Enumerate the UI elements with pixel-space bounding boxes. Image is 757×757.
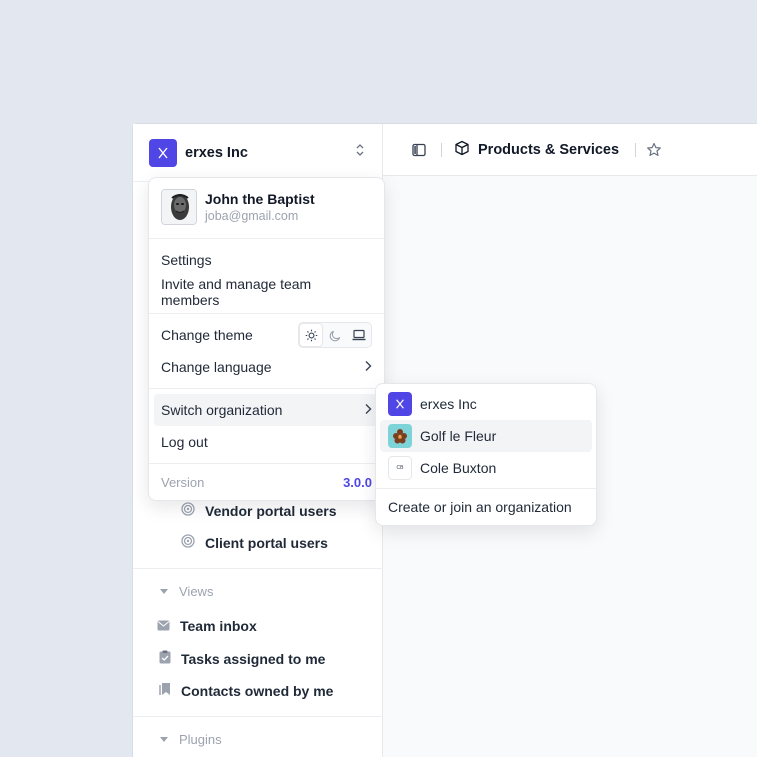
page-title: Products & Services	[478, 141, 620, 158]
org-item-label: erxes Inc	[420, 396, 477, 412]
sidebar-item-vendor-portal[interactable]: Vendor portal users	[181, 502, 336, 519]
org-item-golf-le-fleur[interactable]: Golf le Fleur	[380, 420, 592, 452]
create-organization-item[interactable]: Create or join an organization	[376, 489, 596, 525]
sidebar-item-team-inbox[interactable]: Team inbox	[157, 618, 257, 634]
version-row: Version 3.0.0	[149, 464, 384, 500]
menu-item-label: Change theme	[161, 327, 253, 343]
laptop-icon[interactable]	[347, 323, 371, 347]
org-item-erxes[interactable]: erxes Inc	[376, 388, 596, 420]
spiral-icon	[181, 534, 195, 551]
menu-group: Switch organization Log out	[149, 389, 384, 464]
clipboard-check-icon	[159, 650, 171, 667]
chevron-right-icon	[364, 359, 372, 375]
divider	[133, 568, 383, 569]
sidebar-item-client-portal[interactable]: Client portal users	[181, 534, 328, 551]
breadcrumb[interactable]: Products & Services	[454, 140, 619, 160]
sidebar-item-label: Client portal users	[205, 534, 328, 551]
create-organization-label: Create or join an organization	[388, 499, 572, 515]
sidebar-item-label: Contacts owned by me	[181, 682, 334, 699]
user-profile: John the Baptist joba@gmail.com	[149, 178, 384, 239]
org-switcher[interactable]: erxes Inc	[133, 124, 382, 182]
moon-icon[interactable]	[323, 323, 347, 347]
views-section-header[interactable]: Views	[159, 584, 213, 599]
version-number: 3.0.0	[343, 474, 372, 490]
menu-item-change-theme: Change theme	[149, 319, 384, 351]
menu-item-label: Invite and manage team members	[161, 276, 312, 308]
separator	[441, 142, 442, 157]
org-item-label: Cole Buxton	[420, 460, 497, 476]
menu-group: Settings Invite and manage team members	[149, 239, 384, 314]
topbar: Products & Services	[383, 124, 757, 176]
menu-item-switch-organization[interactable]: Switch organization	[154, 394, 379, 426]
sidebar-item-label: Vendor portal users	[205, 502, 337, 519]
flower-logo	[388, 424, 412, 448]
user-name: John the Baptist	[205, 191, 315, 207]
menu-group: Change theme Change language	[149, 314, 384, 389]
cole-buxton-logo: CB	[388, 456, 412, 480]
menu-item-label: Switch organization	[161, 402, 283, 418]
org-list: erxes Inc Golf le Fleur CB Cole Buxton	[376, 384, 596, 489]
erxes-logo	[388, 392, 412, 416]
star-icon[interactable]	[644, 140, 664, 160]
menu-item-label: Log out	[161, 434, 208, 450]
plugins-section-header[interactable]: Plugins	[159, 732, 222, 747]
menu-item-label: Change language	[161, 359, 272, 375]
menu-item-settings[interactable]: Settings	[149, 244, 384, 276]
caret-down-icon	[159, 584, 169, 599]
erxes-logo	[149, 138, 177, 167]
version-label: Version	[161, 474, 205, 490]
views-title: Views	[179, 584, 214, 599]
chevron-right-icon	[364, 402, 372, 418]
menu-item-change-language[interactable]: Change language	[149, 351, 384, 383]
theme-toggle	[298, 322, 372, 348]
bookmarks-icon	[159, 682, 171, 699]
menu-item-logout[interactable]: Log out	[149, 426, 384, 458]
org-item-label: Golf le Fleur	[420, 428, 497, 444]
sidebar-toggle-icon[interactable]	[409, 140, 429, 160]
sidebar-item-contacts-owned[interactable]: Contacts owned by me	[159, 682, 333, 699]
org-item-cole-buxton[interactable]: CB Cole Buxton	[376, 452, 596, 484]
menu-item-invite[interactable]: Invite and manage team members	[149, 276, 384, 308]
menu-item-label: Settings	[161, 252, 212, 268]
sun-icon[interactable]	[299, 323, 323, 347]
organization-submenu: erxes Inc Golf le Fleur CB Cole Buxton C…	[375, 383, 597, 526]
separator	[635, 142, 637, 157]
divider	[133, 716, 383, 717]
user-email: joba@gmail.com	[205, 209, 299, 223]
sidebar-item-label: Team inbox	[180, 618, 257, 634]
chevron-up-down-icon	[354, 143, 366, 162]
plugins-title: Plugins	[179, 732, 222, 747]
sidebar-item-label: Tasks assigned to me	[181, 650, 326, 667]
sidebar-item-tasks-assigned[interactable]: Tasks assigned to me	[159, 650, 325, 667]
spiral-icon	[181, 502, 195, 519]
mail-icon	[157, 618, 170, 634]
avatar	[161, 189, 197, 225]
cube-icon	[454, 140, 470, 160]
user-menu: John the Baptist joba@gmail.com Settings…	[148, 177, 385, 501]
org-name: erxes Inc	[185, 144, 248, 161]
caret-down-icon	[159, 732, 169, 747]
